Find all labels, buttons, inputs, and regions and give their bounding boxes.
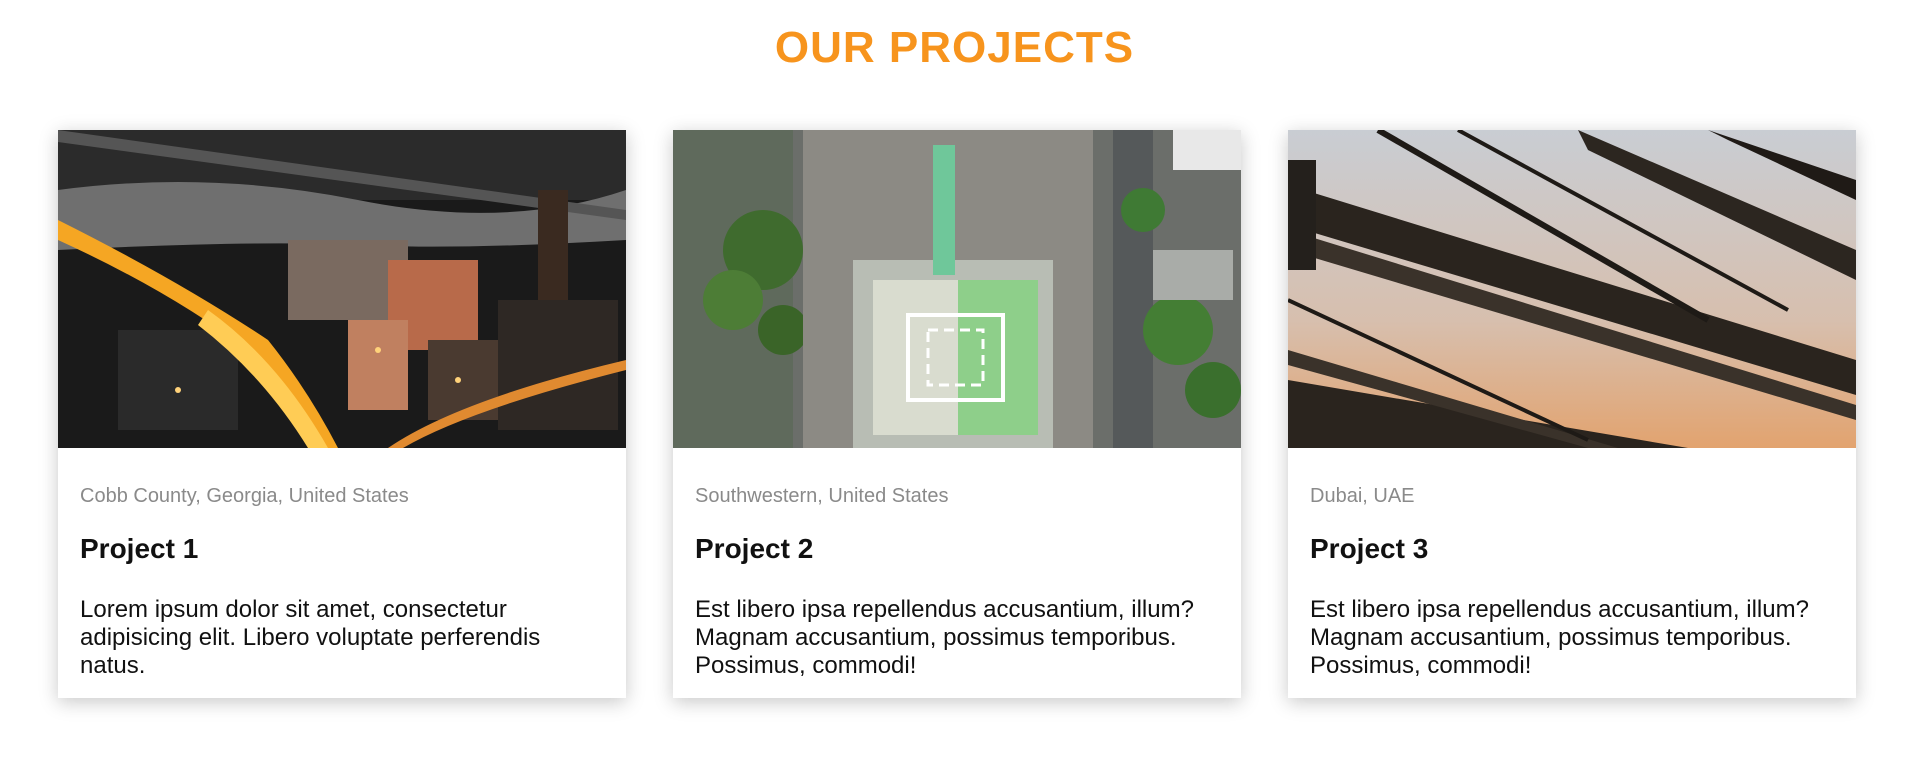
city-night-aerial-photo [58,130,626,448]
project-card-2[interactable]: Southwestern, United States Project 2 Es… [673,130,1241,698]
projects-section: OUR PROJECTS Cobb County, Georgia, Unite… [0,0,1909,773]
card-body: Dubai, UAE Project 3 Est libero ipsa rep… [1288,448,1856,680]
project-title[interactable]: Project 2 [695,532,1219,566]
project-title[interactable]: Project 3 [1310,532,1834,566]
card-body: Southwestern, United States Project 2 Es… [673,448,1241,680]
rooftop-helipad-aerial-photo [673,130,1241,448]
project-location: Southwestern, United States [695,485,949,507]
project-description: Est libero ipsa repellendus accusantium,… [695,596,1194,679]
card-body: Cobb County, Georgia, United States Proj… [58,448,626,680]
steel-bridge-sunset-photo [1288,130,1856,448]
project-card-1[interactable]: Cobb County, Georgia, United States Proj… [58,130,626,698]
project-card-3[interactable]: Dubai, UAE Project 3 Est libero ipsa rep… [1288,130,1856,698]
section-title: OUR PROJECTS [774,23,1135,72]
project-description: Lorem ipsum dolor sit amet, consectetur … [80,596,541,679]
project-description: Est libero ipsa repellendus accusantium,… [1310,596,1809,679]
project-location: Dubai, UAE [1310,485,1415,507]
project-location: Cobb County, Georgia, United States [80,485,409,507]
project-title[interactable]: Project 1 [80,532,604,566]
